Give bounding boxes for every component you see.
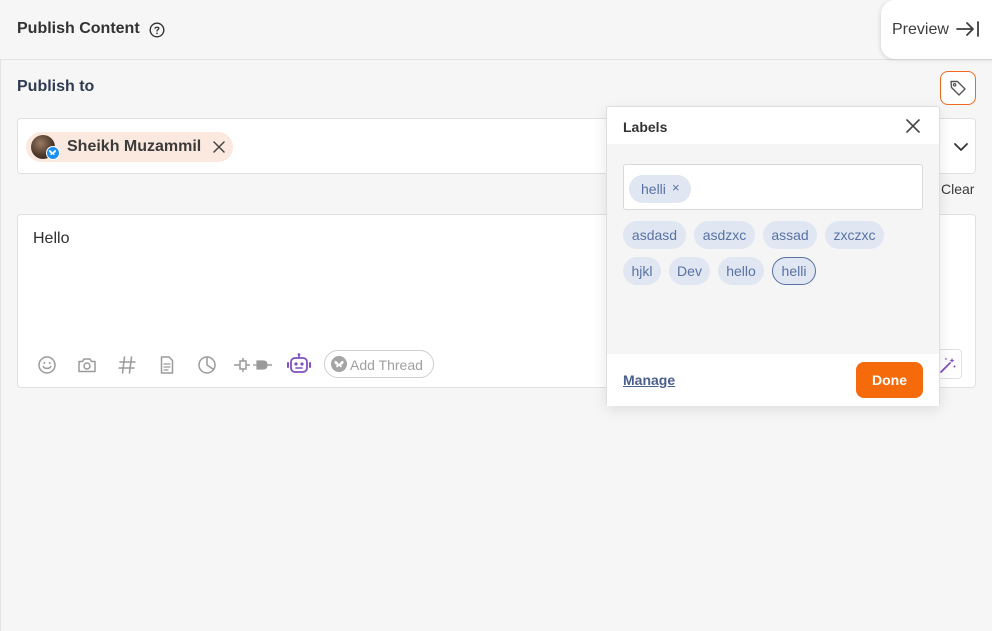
chevron-down-icon[interactable] [953, 141, 969, 153]
selected-label-chip: helli × [629, 175, 691, 203]
label-option-selected[interactable]: helli [772, 257, 816, 285]
add-thread-button[interactable]: Add Thread [324, 350, 434, 378]
remove-account-icon[interactable] [212, 140, 226, 154]
publish-to-heading: Publish to [17, 78, 95, 95]
popover-header: Labels [607, 107, 939, 144]
poll-icon[interactable] [197, 355, 217, 375]
remove-label-icon[interactable]: × [672, 180, 680, 195]
left-border [0, 0, 1, 631]
camera-icon[interactable] [77, 355, 97, 375]
page-header: Publish Content Preview [0, 0, 992, 60]
connect-plug-icon[interactable] [233, 357, 273, 373]
close-icon[interactable] [905, 118, 921, 134]
label-option[interactable]: assad [763, 221, 817, 249]
help-icon[interactable] [149, 22, 165, 38]
editor-text[interactable]: Hello [33, 230, 69, 248]
popover-footer: Manage Done [607, 354, 939, 406]
clear-button[interactable]: Clear [941, 181, 974, 197]
label-option[interactable]: hjkl [623, 257, 661, 285]
ai-bot-icon[interactable] [287, 353, 311, 375]
add-thread-label: Add Thread [350, 357, 423, 373]
label-option[interactable]: asdasd [623, 221, 686, 249]
account-name: Sheikh Muzammil [67, 138, 202, 155]
labels-popover: Labels helli × asdasd asdzxc assad zxczx… [606, 106, 940, 406]
bluesky-badge-icon [46, 146, 60, 160]
page-title: Publish Content [17, 20, 140, 37]
label-option[interactable]: Dev [669, 257, 710, 285]
label-option[interactable]: asdzxc [694, 221, 755, 249]
arrow-to-right-icon [956, 21, 979, 37]
document-icon[interactable] [157, 355, 177, 375]
popover-title: Labels [623, 119, 668, 135]
tag-icon [950, 80, 966, 96]
labels-button[interactable] [940, 71, 976, 105]
bluesky-icon [331, 356, 347, 372]
label-option[interactable]: zxczxc [825, 221, 884, 249]
account-chip: Sheikh Muzammil [26, 132, 233, 162]
selected-label-text: helli [641, 181, 666, 197]
preview-button[interactable]: Preview [881, 0, 992, 59]
magic-wand-icon [940, 357, 956, 373]
done-button[interactable]: Done [856, 362, 923, 398]
label-search-input[interactable]: helli × [623, 164, 923, 210]
preview-label: Preview [892, 21, 949, 38]
hashtag-icon[interactable] [117, 355, 137, 375]
label-option[interactable]: hello [718, 257, 764, 285]
manage-labels-link[interactable]: Manage [623, 372, 675, 388]
emoji-icon[interactable] [37, 355, 57, 375]
popover-body: helli × asdasd asdzxc assad zxczxc hjkl … [607, 144, 939, 354]
